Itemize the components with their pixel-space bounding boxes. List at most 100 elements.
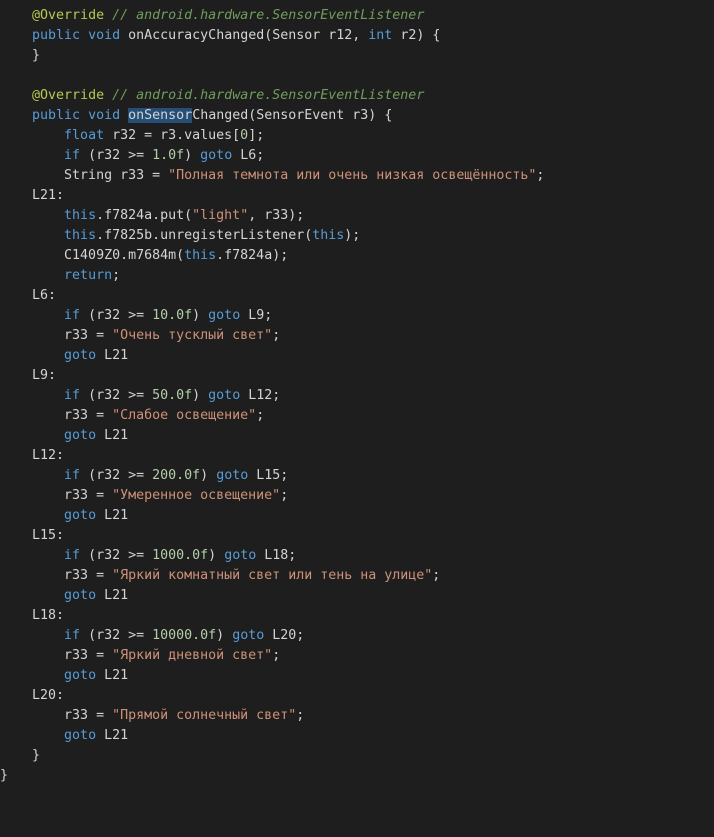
code-token: ];: [248, 128, 265, 143]
string-token: "Яркий комнатный свет или тень на улице": [112, 568, 433, 583]
code-line[interactable]: goto L21: [0, 346, 544, 366]
code-line[interactable]: this.f7824a.put("light", r33);: [0, 206, 544, 226]
number-token: 0: [240, 128, 249, 143]
code-token: onAccuracyChanged(Sensor r12,: [120, 28, 369, 43]
code-line[interactable]: L6:: [0, 286, 544, 306]
keyword-token: goto: [64, 668, 97, 683]
number-token: 1000.0f: [152, 548, 209, 563]
code-token: }: [0, 48, 41, 63]
code-line[interactable]: public void onAccuracyChanged(Sensor r12…: [0, 26, 544, 46]
code-token: .f7824a);: [216, 248, 289, 263]
code-token: (r32 >=: [80, 308, 153, 323]
code-token: (r32 >=: [80, 468, 153, 483]
code-token: L21: [96, 668, 129, 683]
code-token: L21:: [0, 188, 65, 203]
keyword-token: goto: [64, 348, 97, 363]
code-line[interactable]: float r32 = r3.values[0];: [0, 126, 544, 146]
code-line[interactable]: r33 = "Очень тусклый свет";: [0, 326, 544, 346]
code-token: r32 = r3.values[: [104, 128, 241, 143]
code-line[interactable]: L18:: [0, 606, 544, 626]
code-line[interactable]: r33 = "Яркий комнатный свет или тень на …: [0, 566, 544, 586]
code-line[interactable]: if (r32 >= 50.0f) goto L12;: [0, 386, 544, 406]
code-line[interactable]: if (r32 >= 200.0f) goto L15;: [0, 466, 544, 486]
code-line[interactable]: r33 = "Слабое освещение";: [0, 406, 544, 426]
code-token: r33 =: [0, 408, 113, 423]
code-line[interactable]: }: [0, 746, 544, 766]
code-line[interactable]: L21:: [0, 186, 544, 206]
code-line[interactable]: L20:: [0, 686, 544, 706]
code-line[interactable]: r33 = "Яркий дневной свет";: [0, 646, 544, 666]
code-line[interactable]: [0, 66, 544, 86]
code-line[interactable]: r33 = "Прямой солнечный свет";: [0, 706, 544, 726]
code-view[interactable]: @Override // android.hardware.SensorEven…: [0, 6, 544, 786]
code-line[interactable]: if (r32 >= 1000.0f) goto L18;: [0, 546, 544, 566]
keyword-token: void: [88, 28, 121, 43]
keyword-token: int: [368, 28, 393, 43]
code-token: (r32 >=: [80, 628, 153, 643]
code-line[interactable]: if (r32 >= 10000.0f) goto L20;: [0, 626, 544, 646]
number-token: 200.0f: [152, 468, 201, 483]
code-line[interactable]: return;: [0, 266, 544, 286]
code-token: L18:: [0, 608, 65, 623]
comment-token: // android.hardware.SensorEventListener: [112, 8, 425, 23]
code-token: r33 =: [0, 568, 113, 583]
code-token: L6;: [232, 148, 265, 163]
code-editor[interactable]: @Override // android.hardware.SensorEven…: [0, 0, 714, 837]
code-line[interactable]: L15:: [0, 526, 544, 546]
code-token: L12;: [240, 388, 281, 403]
code-line[interactable]: C1409Z0.m7684m(this.f7824a);: [0, 246, 544, 266]
keyword-token: if: [64, 628, 81, 643]
code-line[interactable]: L12:: [0, 446, 544, 466]
code-line[interactable]: @Override // android.hardware.SensorEven…: [0, 86, 544, 106]
code-token: ;: [272, 328, 281, 343]
code-line[interactable]: String r33 = "Полная темнота или очень н…: [0, 166, 544, 186]
keyword-token: return: [64, 268, 113, 283]
code-line[interactable]: goto L21: [0, 426, 544, 446]
code-token: ;: [536, 168, 545, 183]
code-line[interactable]: }: [0, 766, 544, 786]
keyword-token: goto: [208, 308, 241, 323]
keyword-token: goto: [64, 728, 97, 743]
string-token: "Яркий дневной свет": [112, 648, 273, 663]
string-token: "light": [192, 208, 249, 223]
string-token: "Слабое освещение": [112, 408, 257, 423]
code-token: ): [200, 468, 217, 483]
code-line[interactable]: public void onSensorChanged(SensorEvent …: [0, 106, 544, 126]
keyword-token: float: [64, 128, 105, 143]
number-token: 10000.0f: [152, 628, 217, 643]
keyword-token: goto: [224, 548, 257, 563]
code-line[interactable]: }: [0, 46, 544, 66]
code-line[interactable]: goto L21: [0, 506, 544, 526]
code-line[interactable]: goto L21: [0, 666, 544, 686]
code-token: L6:: [0, 288, 57, 303]
code-line[interactable]: @Override // android.hardware.SensorEven…: [0, 6, 544, 26]
code-token: }: [0, 768, 9, 783]
code-token: L15;: [248, 468, 289, 483]
code-token: C1409Z0.m7684m(: [0, 248, 185, 263]
code-line[interactable]: L9:: [0, 366, 544, 386]
code-token: L20;: [264, 628, 305, 643]
keyword-token: if: [64, 148, 81, 163]
number-token: 50.0f: [152, 388, 193, 403]
code-line[interactable]: r33 = "Умеренное освещение";: [0, 486, 544, 506]
code-line[interactable]: goto L21: [0, 726, 544, 746]
code-token: r33 =: [0, 648, 113, 663]
code-line[interactable]: if (r32 >= 10.0f) goto L9;: [0, 306, 544, 326]
code-line[interactable]: this.f7825b.unregisterListener(this);: [0, 226, 544, 246]
code-token: r33 =: [0, 488, 113, 503]
code-token: L20:: [0, 688, 65, 703]
annotation-token: @Override: [32, 8, 105, 23]
code-line[interactable]: if (r32 >= 1.0f) goto L6;: [0, 146, 544, 166]
code-line[interactable]: goto L21: [0, 586, 544, 606]
